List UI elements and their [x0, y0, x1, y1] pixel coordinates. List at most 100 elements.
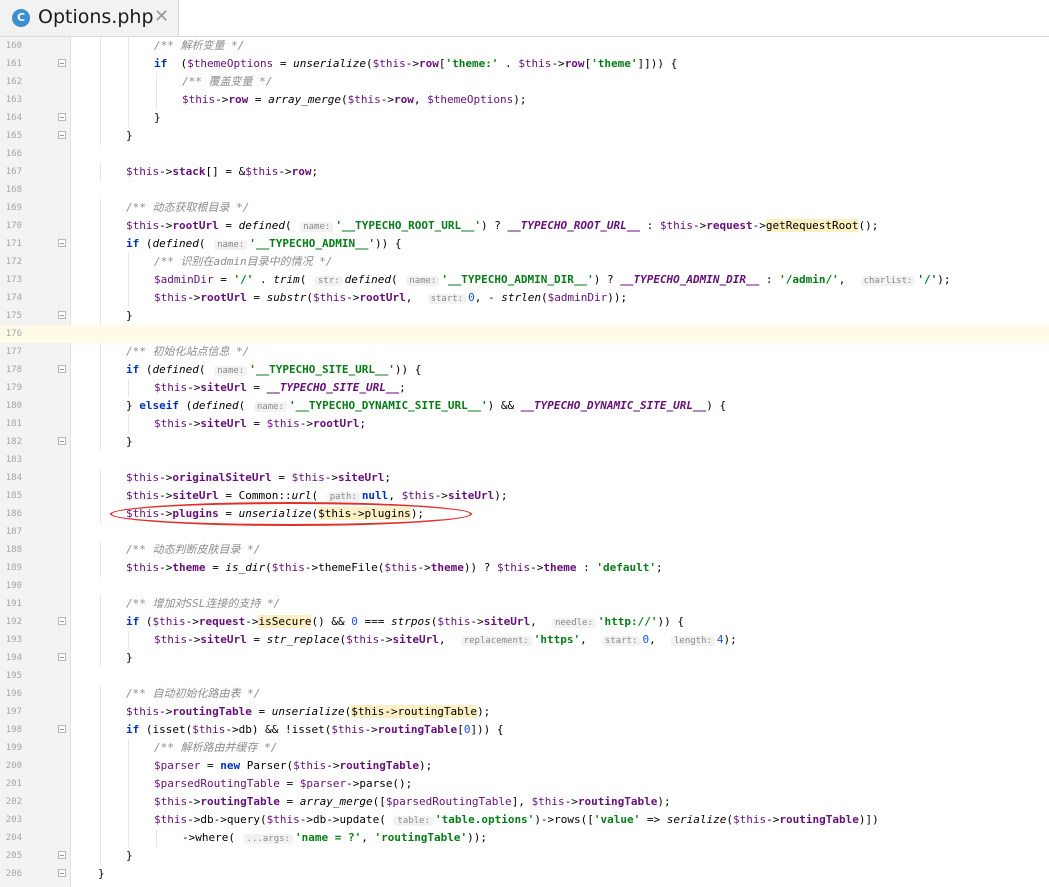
- fold-marker-icon[interactable]: [58, 869, 66, 877]
- code-line[interactable]: 171 if (defined( name: '__TYPECHO_ADMIN__'…: [0, 235, 1049, 253]
- code-editor[interactable]: 160/** 解析变量 */161 if ($themeOptions = uns…: [0, 37, 1049, 887]
- code-line[interactable]: 201 $parsedRoutingTable = $parser->parse(…: [0, 775, 1049, 793]
- code-line[interactable]: 175}: [0, 307, 1049, 325]
- fold-marker-icon[interactable]: [58, 311, 66, 319]
- code-line[interactable]: 162 /** 覆盖变量 */: [0, 73, 1049, 91]
- code-line[interactable]: 184 $this->originalSiteUrl = $this->siteU…: [0, 469, 1049, 487]
- code-line[interactable]: 165}: [0, 127, 1049, 145]
- code-token: rootUrl: [312, 417, 360, 430]
- code-line[interactable]: 202 $this->routingTable = array_merge([$p…: [0, 793, 1049, 811]
- code-line[interactable]: 187: [0, 523, 1049, 541]
- code-line[interactable]: 178 if (defined( name: '__TYPECHO_SITE_URL…: [0, 361, 1049, 379]
- code-token: );: [937, 273, 951, 286]
- code-token: (: [299, 273, 313, 286]
- code-text: $this->siteUrl = __TYPECHO_SITE_URL__;: [154, 379, 406, 397]
- fold-marker-icon[interactable]: [58, 725, 66, 733]
- code-line[interactable]: 168: [0, 181, 1049, 199]
- fold-marker-icon[interactable]: [58, 131, 66, 139]
- code-token: ;: [655, 561, 663, 574]
- code-line[interactable]: 176: [0, 325, 1049, 343]
- code-line[interactable]: 185 $this->siteUrl = Common::url( path: nu…: [0, 487, 1049, 505]
- code-line[interactable]: 182}: [0, 433, 1049, 451]
- fold-marker-icon[interactable]: [58, 851, 66, 859]
- line-number: 186: [5, 509, 22, 519]
- code-line[interactable]: 192 if ($this->request->isSecure() && 0 =…: [0, 613, 1049, 631]
- fold-marker-icon[interactable]: [58, 365, 66, 373]
- code-line[interactable]: 193 $this->siteUrl = str_replace($this->s…: [0, 631, 1049, 649]
- code-token: ) &&: [487, 399, 521, 412]
- code-line[interactable]: 167 $this->stack[] = &$this->row;: [0, 163, 1049, 181]
- code-text: /** 动态获取根目录 */: [126, 199, 249, 217]
- code-token: ->where(: [182, 831, 242, 844]
- code-line[interactable]: 166: [0, 145, 1049, 163]
- code-line[interactable]: 172 /** 识别在admin目录中的情况 */: [0, 253, 1049, 271]
- code-line[interactable]: 199 /** 解析路由并缓存 */: [0, 739, 1049, 757]
- line-number: 194: [5, 653, 22, 663]
- code-line[interactable]: 189 $this->theme = is_dir($this->themeFil…: [0, 559, 1049, 577]
- code-token: stack: [172, 165, 206, 178]
- code-line[interactable]: 197 $this->routingTable = unserialize($th…: [0, 703, 1049, 721]
- code-token: ->: [299, 417, 313, 430]
- code-line[interactable]: 170 $this->rootUrl = defined( name: '__TYP…: [0, 217, 1049, 235]
- code-line[interactable]: 160 /** 解析变量 */: [0, 37, 1049, 55]
- fold-marker-icon[interactable]: [58, 437, 66, 445]
- code-token: $this: [154, 813, 188, 826]
- code-line[interactable]: 177 /** 初始化站点信息 */: [0, 343, 1049, 361]
- code-line[interactable]: 163 $this->row = array_merge($this->row, …: [0, 91, 1049, 109]
- code-token: request: [706, 219, 753, 232]
- code-line[interactable]: 179 $this->siteUrl = __TYPECHO_SITE_URL__…: [0, 379, 1049, 397]
- code-line[interactable]: 200 $parser = new Parser($this->routingTa…: [0, 757, 1049, 775]
- code-line[interactable]: 188 /** 动态判断皮肤目录 */: [0, 541, 1049, 559]
- fold-marker-icon[interactable]: [58, 59, 66, 67]
- fold-marker-icon[interactable]: [58, 617, 66, 625]
- code-token: ->: [159, 219, 173, 232]
- code-line[interactable]: 190: [0, 577, 1049, 595]
- line-number: 197: [5, 707, 22, 717]
- code-line[interactable]: 198 if (isset($this->db) && !isset($this-…: [0, 721, 1049, 739]
- close-icon[interactable]: ✕: [154, 6, 169, 27]
- code-token: $this: [154, 795, 188, 808]
- code-token: row: [418, 57, 439, 70]
- fold-marker-icon[interactable]: [58, 653, 66, 661]
- code-token: theme: [172, 561, 206, 574]
- code-token: $this: [154, 381, 188, 394]
- code-line[interactable]: 181 $this->siteUrl = $this->rootUrl;: [0, 415, 1049, 433]
- code-line[interactable]: 195: [0, 667, 1049, 685]
- code-token: siteUrl: [392, 633, 439, 646]
- code-line[interactable]: 180} elseif (defined( name: '__TYPECHO_DY…: [0, 397, 1049, 415]
- code-line[interactable]: 173 $adminDir = '/' . trim( str: defined( …: [0, 271, 1049, 289]
- code-token: ->: [159, 705, 173, 718]
- fold-marker-icon[interactable]: [58, 113, 66, 121]
- indent-guide: [100, 595, 101, 613]
- code-token: ]])) {: [637, 57, 678, 70]
- code-line[interactable]: 161 if ($themeOptions = unserialize($this…: [0, 55, 1049, 73]
- code-token: }: [126, 399, 140, 412]
- code-line[interactable]: 205}: [0, 847, 1049, 865]
- line-number: 165: [5, 131, 22, 141]
- indent-guide: [128, 775, 129, 793]
- line-number: 164: [5, 113, 22, 123]
- code-line[interactable]: 194}: [0, 649, 1049, 667]
- code-text: if ($this->request->isSecure() && 0 === …: [126, 613, 684, 632]
- code-token: $this: [126, 165, 160, 178]
- code-token: =: [200, 759, 221, 772]
- code-line[interactable]: 164}: [0, 109, 1049, 127]
- line-number: 188: [5, 545, 22, 555]
- code-token: =: [271, 471, 292, 484]
- tab-options-php[interactable]: C Options.php ✕: [0, 0, 179, 36]
- code-token: array_merge: [268, 93, 341, 106]
- code-line[interactable]: 204 ->where( ...args:'name = ?', 'routing…: [0, 829, 1049, 847]
- code-line[interactable]: 169 /** 动态获取根目录 */: [0, 199, 1049, 217]
- code-line[interactable]: 191 /** 增加对SSL连接的支持 */: [0, 595, 1049, 613]
- code-line[interactable]: 196 /** 自动初始化路由表 */: [0, 685, 1049, 703]
- code-line[interactable]: 206}: [0, 865, 1049, 883]
- code-line[interactable]: 183: [0, 451, 1049, 469]
- code-token: ->: [159, 471, 173, 484]
- code-token: __TYPECHO_ROOT_URL__: [507, 219, 640, 232]
- fold-marker-icon[interactable]: [58, 239, 66, 247]
- code-token: /** 初始化站点信息 */: [126, 345, 250, 358]
- code-line[interactable]: 203 $this->db->query($this->db->update( t…: [0, 811, 1049, 829]
- code-token: '/': [917, 273, 938, 286]
- code-token: =: [279, 795, 300, 808]
- code-line[interactable]: 174 $this->rootUrl = substr($this->rootUr…: [0, 289, 1049, 307]
